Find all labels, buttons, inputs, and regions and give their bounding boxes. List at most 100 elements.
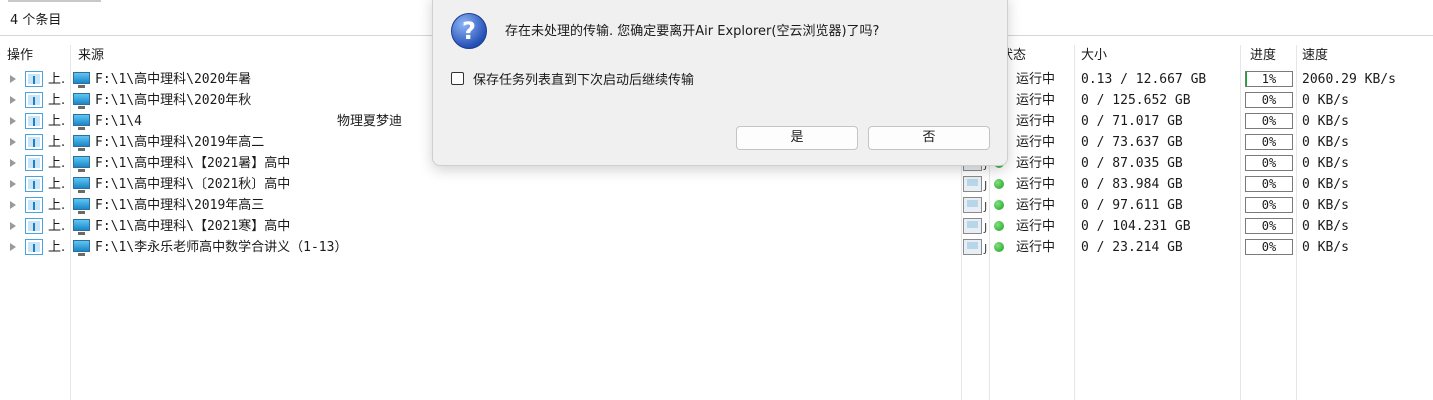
status-running-icon [994,221,1004,231]
source-path: F:\1\高中理科\2019年高三 [95,198,265,213]
size-text: 0 / 73.637 GB [1081,135,1183,150]
tab-underline [8,0,101,2]
column-header-progress[interactable]: 进度 [1250,45,1276,67]
source-extra: 物理夏梦迪 [337,114,403,129]
no-button[interactable]: 否 [868,126,990,150]
status-text: 运行中 [1016,135,1056,150]
progress-label: 0% [1261,114,1277,128]
upload-icon [25,176,43,192]
size-text: 0 / 104.231 GB [1081,219,1191,234]
column-header-size[interactable]: 大小 [1081,45,1107,67]
source-path: F:\1\高中理科\2019年高二 [95,135,265,150]
row-marker: J [984,242,988,255]
status-text: 运行中 [1016,240,1056,255]
save-task-list-label[interactable]: 保存任务列表直到下次启动后继续传输 [473,69,694,88]
speed-text: 0 KB/s [1302,114,1349,129]
table-row[interactable]: 上. F:\1\李永乐老师高中数学合讲义（1-13） J 运行中 0 / 23.214 … [0,237,1433,258]
progress-bar: 0% [1245,113,1293,129]
upload-icon [25,218,43,234]
progress-label: 0% [1261,198,1277,212]
expand-arrow-icon[interactable] [10,222,16,230]
row-marker: J [984,200,988,213]
speed-text: 0 KB/s [1302,219,1349,234]
progress-bar: 0% [1245,239,1293,255]
progress-bar: 0% [1245,155,1293,171]
status-text: 运行中 [1016,114,1056,129]
progress-bar: 0% [1245,134,1293,150]
local-drive-icon [73,93,90,109]
status-text: 运行中 [1016,72,1056,87]
status-text: 运行中 [1016,177,1056,192]
expand-arrow-icon[interactable] [10,75,16,83]
source-path: F:\1\高中理科\2020年暑 [95,72,252,87]
speed-text: 2060.29 KB/s [1302,72,1396,87]
operation-label: 上. [48,219,66,234]
source-path: F:\1\高中理科\【2021暑】高中 [95,156,291,171]
table-row[interactable]: 上. F:\1\高中理科\〔2021秋〕高中 J 运行中 0 / 83.984 GB 0%… [0,174,1433,195]
upload-icon [25,197,43,213]
operation-label: 上. [48,156,66,171]
progress-bar: 1% [1245,71,1293,87]
progress-label: 0% [1261,240,1277,254]
speed-text: 0 KB/s [1302,240,1349,255]
operation-label: 上. [48,72,66,87]
local-drive-icon [73,114,90,130]
progress-bar: 0% [1245,92,1293,108]
size-text: 0 / 125.652 GB [1081,93,1191,108]
speed-text: 0 KB/s [1302,177,1349,192]
row-marker: J [984,221,988,234]
speed-text: 0 KB/s [1302,156,1349,171]
status-text: 运行中 [1016,156,1056,171]
column-header-source[interactable]: 来源 [78,45,104,67]
source-path: F:\1\李永乐老师高中数学合讲义（1-13） [95,240,348,255]
upload-icon [25,239,43,255]
progress-bar: 0% [1245,176,1293,192]
local-drive-icon [73,135,90,151]
source-path: F:\1\高中理科\〔2021秋〕高中 [95,177,291,192]
operation-label: 上. [48,177,66,192]
expand-arrow-icon[interactable] [10,138,16,146]
save-task-list-checkbox[interactable] [451,72,464,85]
upload-icon [25,134,43,150]
expand-arrow-icon[interactable] [10,201,16,209]
local-drive-icon [73,156,90,172]
expand-arrow-icon[interactable] [10,96,16,104]
source-path: F:\1\高中理科\【2021寒】高中 [95,219,291,234]
operation-label: 上. [48,240,66,255]
expand-arrow-icon[interactable] [10,117,16,125]
dialog-message: 存在未处理的传输. 您确定要离开Air Explorer(空云浏览器)了吗? [505,24,880,39]
table-row[interactable]: 上. F:\1\高中理科\【2021寒】高中 J 运行中 0 / 104.231 GB 0… [0,216,1433,237]
operation-label: 上. [48,93,66,108]
progress-label: 0% [1261,93,1277,107]
source-path: F:\1\高中理科\2020年秋 [95,93,252,108]
local-drive-icon [73,240,90,256]
operation-label: 上. [48,198,66,213]
progress-label: 0% [1261,135,1277,149]
upload-icon [25,113,43,129]
row-marker: J [984,179,988,192]
size-text: 0 / 23.214 GB [1081,240,1183,255]
progress-bar: 0% [1245,218,1293,234]
progress-label: 0% [1261,177,1277,191]
column-header-operation[interactable]: 操作 [7,45,33,67]
local-drive-icon [73,198,90,214]
upload-icon [25,155,43,171]
status-text: 运行中 [1016,198,1056,213]
table-row[interactable]: 上. F:\1\高中理科\2019年高三 J 运行中 0 / 97.611 GB 0% 0 … [0,195,1433,216]
yes-button[interactable]: 是 [736,126,858,150]
expand-arrow-icon[interactable] [10,159,16,167]
computer-icon [963,218,982,234]
local-drive-icon [73,177,90,193]
expand-arrow-icon[interactable] [10,180,16,188]
column-header-speed[interactable]: 速度 [1302,45,1328,67]
size-text: 0 / 87.035 GB [1081,156,1183,171]
size-text: 0 / 83.984 GB [1081,177,1183,192]
operation-label: 上. [48,114,66,129]
speed-text: 0 KB/s [1302,198,1349,213]
status-running-icon [994,200,1004,210]
progress-label: 0% [1261,219,1277,233]
progress-label: 1% [1261,72,1277,86]
expand-arrow-icon[interactable] [10,243,16,251]
size-text: 0.13 / 12.667 GB [1081,72,1207,87]
status-running-icon [994,242,1004,252]
